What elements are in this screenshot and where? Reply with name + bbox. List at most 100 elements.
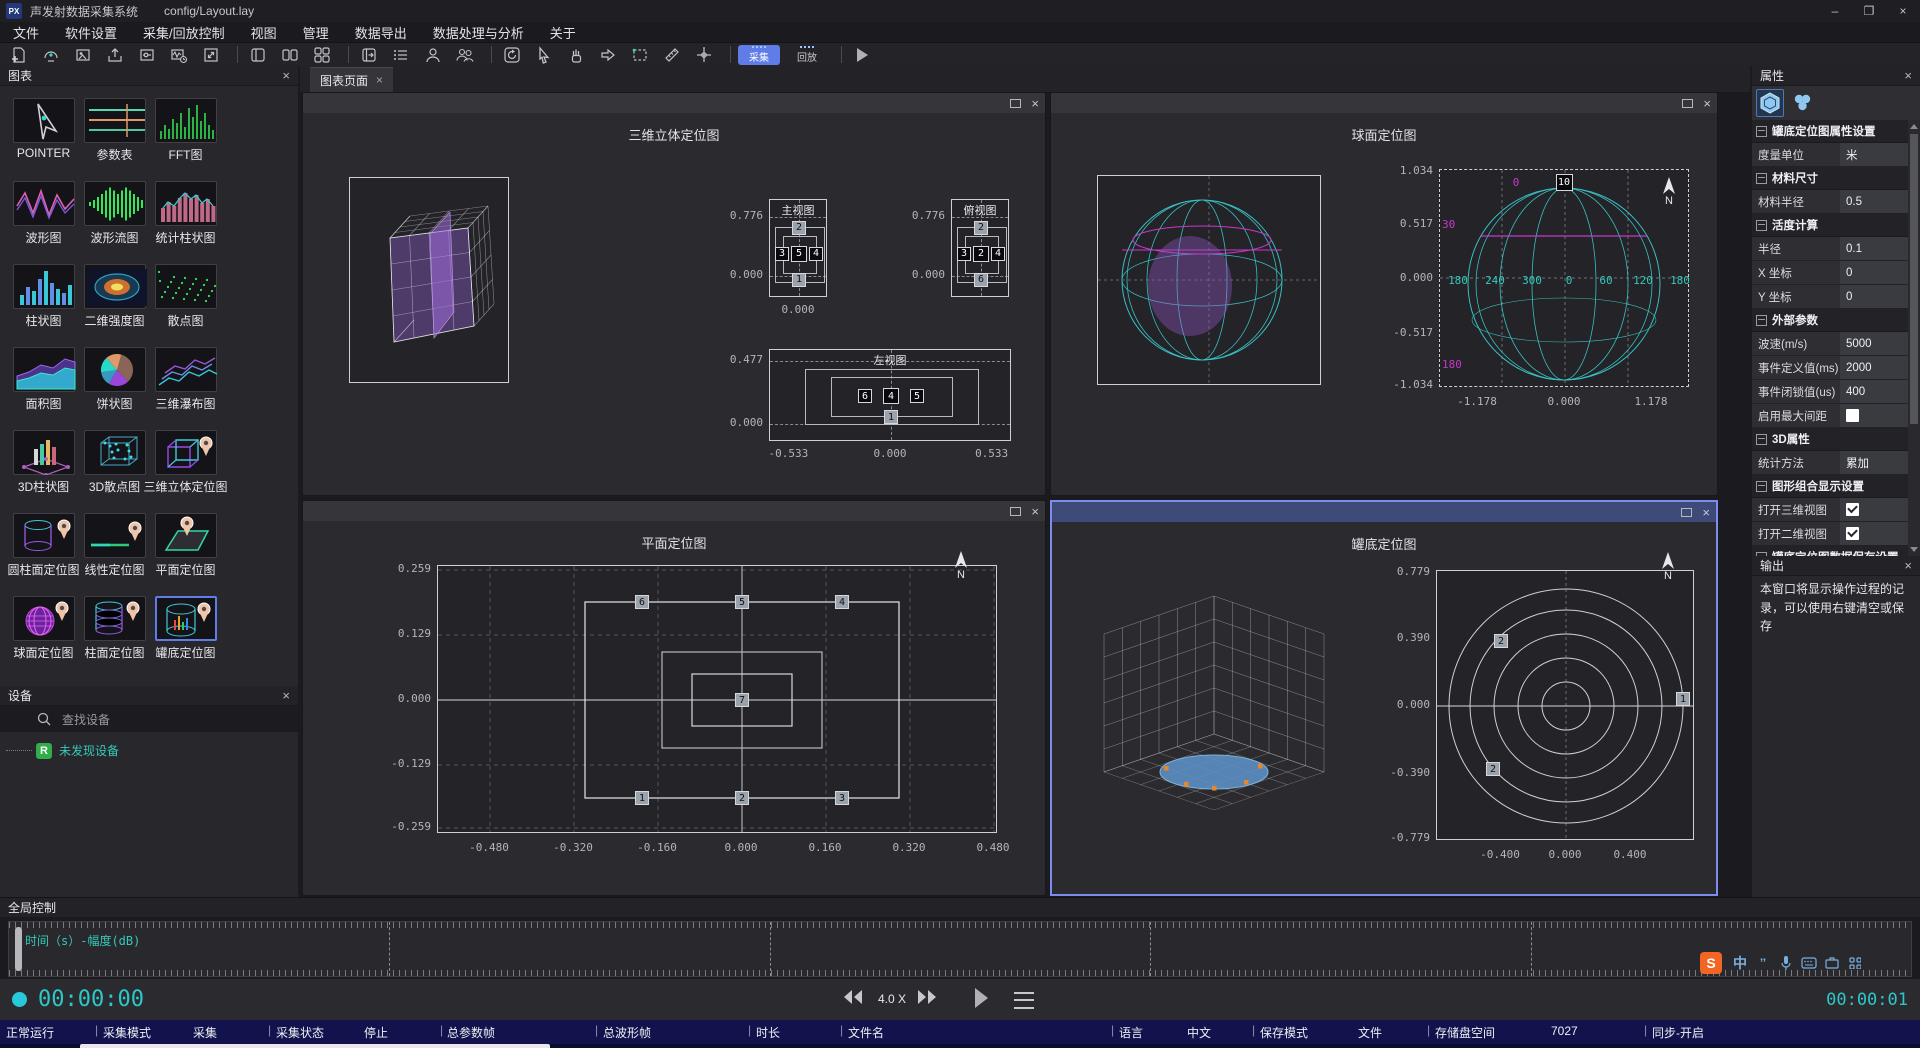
prop-value[interactable]: 5000	[1840, 332, 1908, 355]
maximize-button[interactable]: ❐	[1852, 0, 1886, 22]
menu-item-视图[interactable]: 视图	[238, 22, 290, 42]
prop-value[interactable]: 400	[1840, 380, 1908, 403]
device-tree-item[interactable]: R 未发现设备	[6, 742, 119, 759]
ime-lang-toggle[interactable]: 中	[1730, 952, 1750, 974]
prop-value[interactable]: 累加	[1840, 451, 1908, 474]
chart-tile-waterfall-3d[interactable]: 三维瀑布图	[154, 347, 218, 412]
play-button[interactable]	[972, 987, 990, 1009]
new-file-button[interactable]	[6, 44, 32, 66]
tab-close-icon[interactable]: ×	[376, 73, 383, 87]
collapse-icon[interactable]	[1756, 315, 1767, 326]
collapse-icon[interactable]	[1756, 173, 1767, 184]
run-button[interactable]	[849, 44, 875, 66]
timeline-slider-handle[interactable]	[15, 927, 22, 971]
timeline-track[interactable]: 时间（s）-幅度(dB)	[8, 921, 1912, 977]
tab-chart-page[interactable]: 图表页面 ×	[310, 67, 393, 92]
chart-tile-fft[interactable]: FFT图	[154, 98, 218, 163]
chart-tile-pie[interactable]: 饼状图	[83, 347, 147, 412]
chart-tile-scatter-3d[interactable]: 3D散点图	[83, 430, 147, 495]
microphone-icon[interactable]	[1776, 952, 1796, 974]
chart-tile-sphere-location[interactable]: 球面定位图	[12, 596, 76, 661]
close-icon[interactable]: ×	[1031, 505, 1039, 518]
prop-value[interactable]: 2000	[1840, 356, 1908, 379]
fast-forward-button[interactable]	[916, 989, 940, 1005]
chart-tile-tank-location[interactable]: 罐底定位图	[154, 596, 218, 661]
checkbox[interactable]	[1846, 503, 1859, 516]
chart-tile-cylsurf-location[interactable]: 柱面定位图	[83, 596, 147, 661]
expand-button[interactable]	[198, 44, 224, 66]
chart-tile-stat-bars[interactable]: 统计柱状图	[154, 181, 218, 246]
arrow-right-button[interactable]	[595, 44, 621, 66]
collapse-icon[interactable]	[1756, 126, 1767, 137]
hexagon-view-button[interactable]	[1756, 89, 1784, 117]
rewind-button[interactable]	[842, 989, 866, 1005]
layout-single-button[interactable]	[245, 44, 271, 66]
cursor-button[interactable]	[531, 44, 557, 66]
playback-mode-button[interactable]: 回放	[786, 45, 828, 65]
prop-value[interactable]: 0.5	[1840, 190, 1908, 213]
collapse-icon[interactable]	[1756, 220, 1767, 231]
export-button[interactable]	[102, 44, 128, 66]
collapse-icon[interactable]	[1756, 434, 1767, 445]
list-button[interactable]	[388, 44, 414, 66]
panel-toggle-button[interactable]	[356, 44, 382, 66]
chart-tile-plane-location[interactable]: 平面定位图	[154, 513, 218, 578]
chart-tile-bars-3d[interactable]: 3D柱状图	[12, 430, 76, 495]
collapse-icon[interactable]	[1756, 481, 1767, 492]
record-button[interactable]	[38, 44, 64, 66]
capture-mode-button[interactable]: 采集	[738, 45, 780, 65]
menu-item-关于[interactable]: 关于	[537, 22, 589, 42]
chart-tile-area[interactable]: 面积图	[12, 347, 76, 412]
scroll-up-icon[interactable]	[1910, 124, 1918, 129]
ruler-button[interactable]	[659, 44, 685, 66]
chart-tile-param-table[interactable]: 参数表	[83, 98, 147, 163]
prop-value[interactable]: 0	[1840, 261, 1908, 284]
prop-value[interactable]: 0.1	[1840, 237, 1908, 260]
menu-item-采集/回放控制[interactable]: 采集/回放控制	[130, 22, 238, 42]
chart-panel-location-tank-bottom[interactable]: ×罐底定位图2120.7790.3900.000-0.390-0.779-0.4…	[1050, 500, 1718, 896]
device-search-input[interactable]: 查找设备	[0, 706, 298, 732]
float-window-icon[interactable]	[1010, 507, 1021, 516]
chart-tile-cylinder-location[interactable]: 圆柱面定位图	[12, 513, 76, 578]
menu-item-软件设置[interactable]: 软件设置	[52, 22, 130, 42]
toolbox-icon[interactable]	[1822, 952, 1842, 974]
float-window-icon[interactable]	[1681, 508, 1692, 517]
close-button[interactable]: ×	[1886, 0, 1920, 22]
chart-tile-intensity-2d[interactable]: 二维强度图	[83, 264, 147, 329]
float-window-icon[interactable]	[1010, 99, 1021, 108]
properties-scrollbar[interactable]	[1908, 120, 1920, 556]
chart-tile-bars[interactable]: 柱状图	[12, 264, 76, 329]
checkbox[interactable]	[1846, 409, 1859, 422]
scrollbar-thumb[interactable]	[1910, 134, 1918, 424]
scroll-down-icon[interactable]	[1910, 547, 1918, 552]
chart-tile-wave-stream[interactable]: 波形流图	[83, 181, 147, 246]
menu-item-管理[interactable]: 管理	[290, 22, 342, 42]
ime-punct-toggle[interactable]: ’’	[1753, 952, 1773, 974]
prop-value[interactable]	[1840, 522, 1908, 545]
prop-value[interactable]	[1840, 498, 1908, 521]
hand-button[interactable]	[563, 44, 589, 66]
checkbox[interactable]	[1846, 527, 1859, 540]
close-icon[interactable]: ×	[282, 689, 290, 702]
users-button[interactable]	[452, 44, 478, 66]
molecule-view-button[interactable]	[1788, 89, 1816, 117]
layout-split-button[interactable]	[277, 44, 303, 66]
chart-panel-location-planar[interactable]: ×平面定位图65471230.2590.1290.000-0.129-0.259…	[302, 500, 1046, 896]
keyboard-icon[interactable]	[1799, 952, 1819, 974]
grid-icon[interactable]	[1845, 952, 1865, 974]
prop-value[interactable]	[1840, 404, 1908, 427]
chart-tile-waveform[interactable]: 波形图	[12, 181, 76, 246]
image-button[interactable]	[70, 44, 96, 66]
chart-panel-location-3d[interactable]: ×三维立体定位图主视图235410.7760.0000.000俯视图232460…	[302, 92, 1046, 496]
menu-item-文件[interactable]: 文件	[0, 22, 52, 42]
wave-clock-button[interactable]	[166, 44, 192, 66]
minimize-button[interactable]: –	[1818, 0, 1852, 22]
refresh-button[interactable]	[499, 44, 525, 66]
chart-tile-line-location[interactable]: 线性定位图	[83, 513, 147, 578]
ime-brand-icon[interactable]: S	[1700, 952, 1722, 974]
layout-grid-button[interactable]	[309, 44, 335, 66]
close-icon[interactable]: ×	[1904, 559, 1912, 572]
chart-panel-location-sphere[interactable]: ×球面定位图180240300060120180030180101.0340.5…	[1050, 92, 1718, 496]
chart-tile-cube-location[interactable]: 三维立体定位图	[154, 430, 218, 495]
crosshair-button[interactable]	[691, 44, 717, 66]
